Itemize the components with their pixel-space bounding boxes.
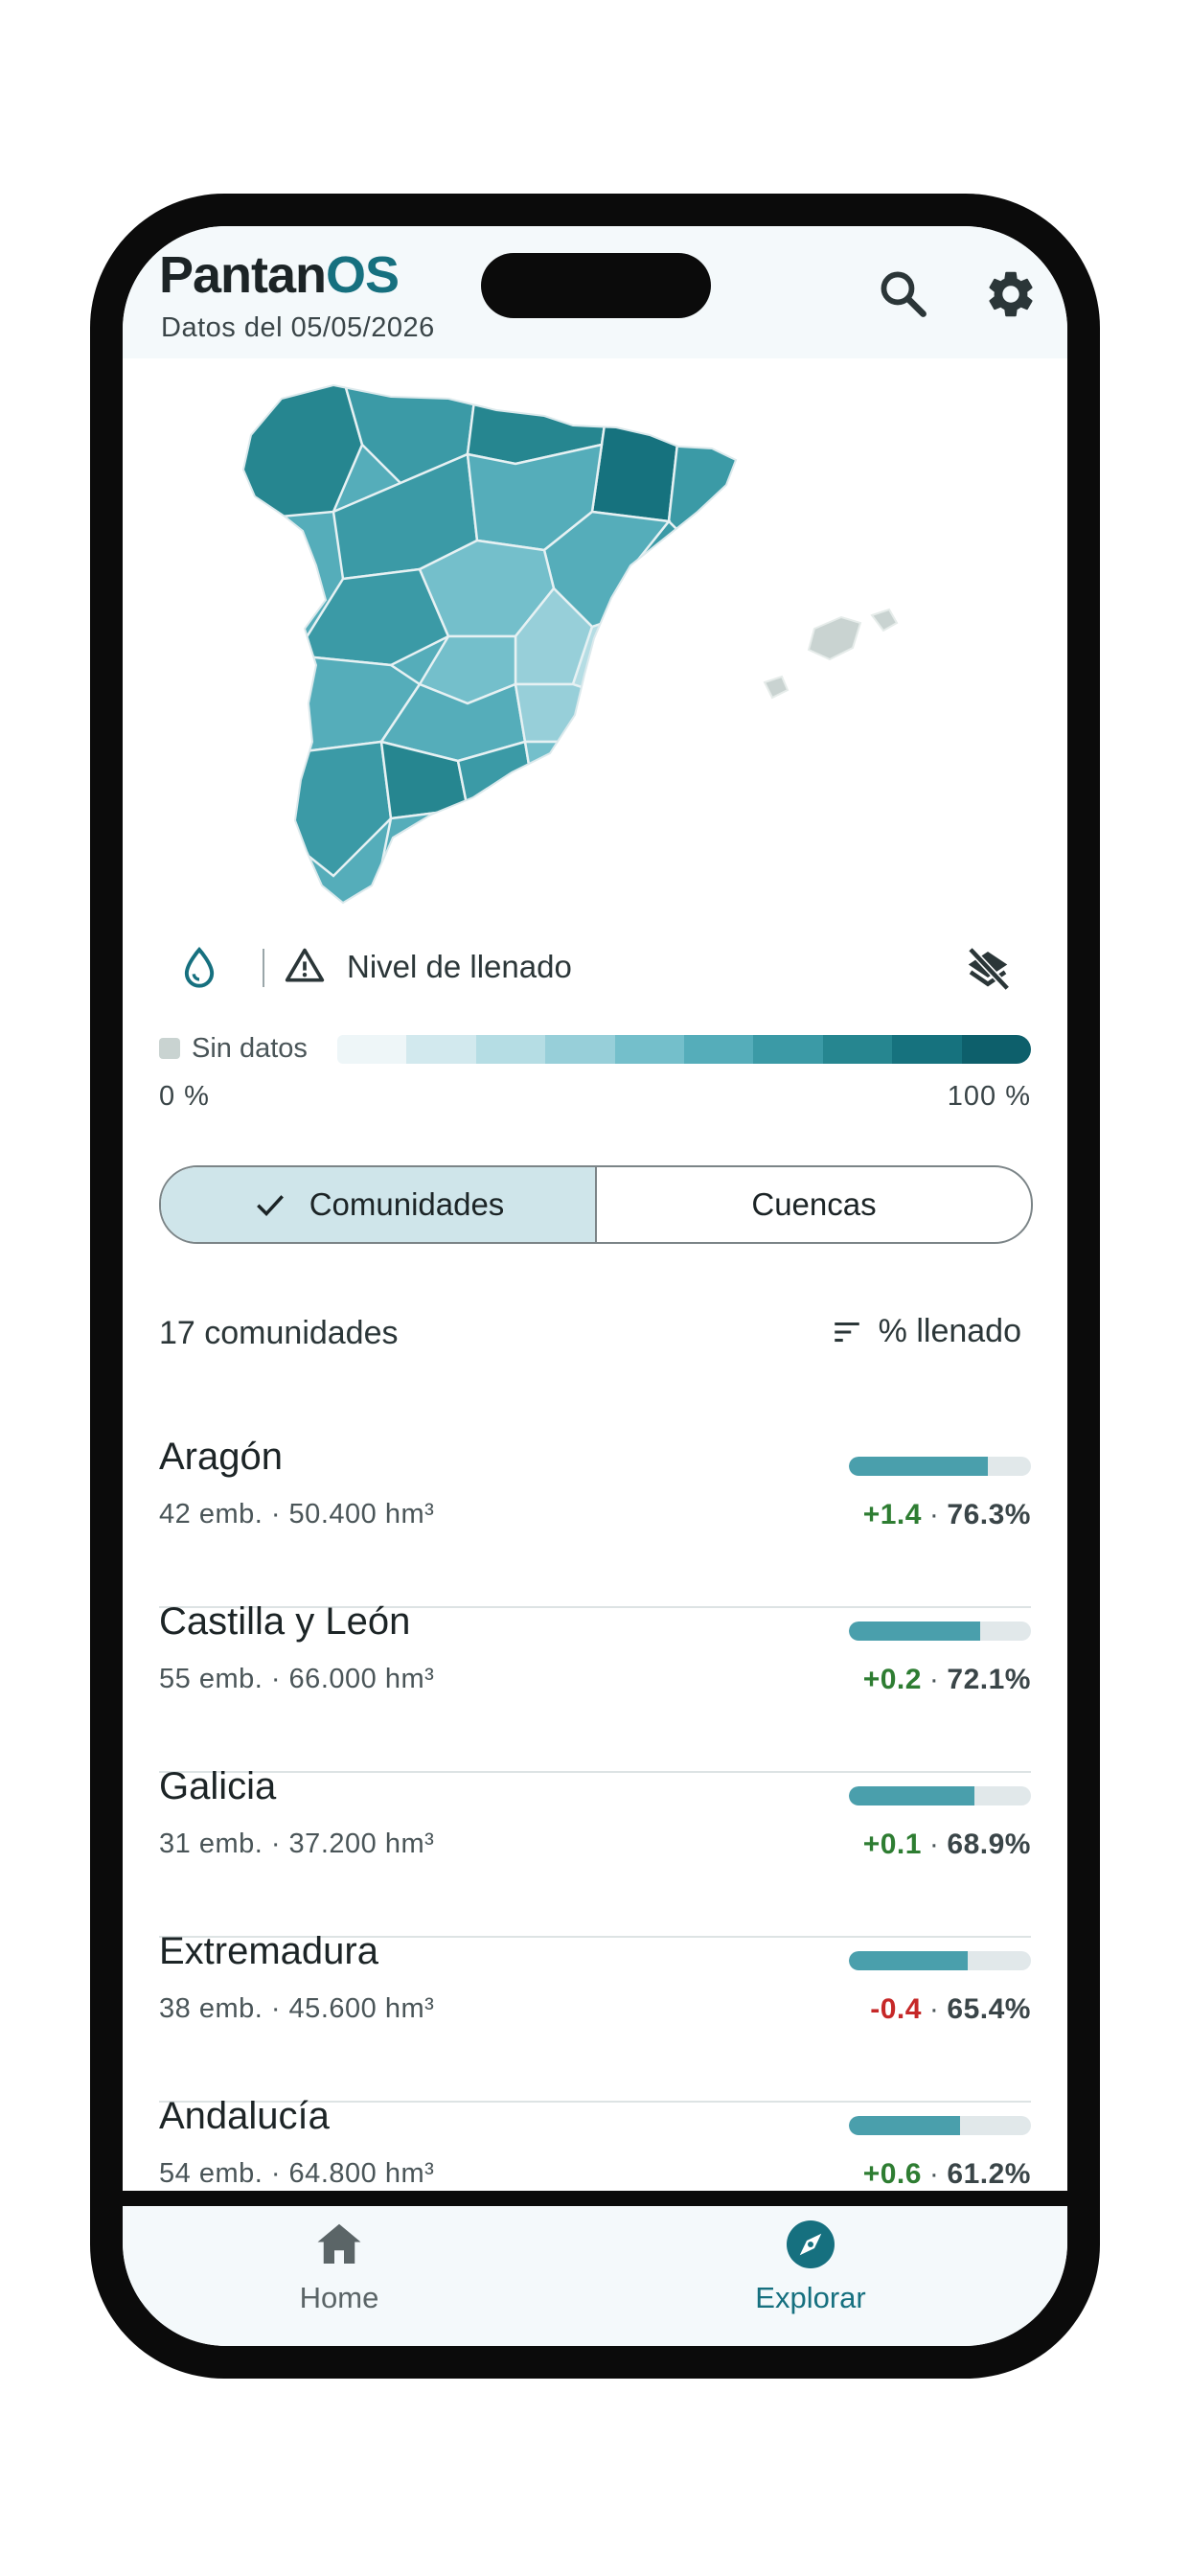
item-name: Extremadura bbox=[159, 1930, 378, 1972]
nav-explore-label: Explorar bbox=[755, 2281, 866, 2314]
data-date: Datos del 05/05/2026 bbox=[161, 312, 435, 343]
nav-divider bbox=[123, 2191, 1067, 2206]
scale-step-5 bbox=[684, 1035, 754, 1064]
fill-bar bbox=[849, 1786, 1031, 1806]
layers-off-icon[interactable] bbox=[962, 943, 1014, 995]
scale-step-1 bbox=[406, 1035, 476, 1064]
scale-min-label: 0 % bbox=[159, 1081, 210, 1112]
scale-step-4 bbox=[614, 1035, 685, 1064]
list-item[interactable]: Castilla y León 55 emb. · 66.000 hm³ +0.2 ·… bbox=[159, 1600, 1031, 1773]
item-separator: · bbox=[928, 1828, 940, 1860]
item-values: +0.6 · 61.2% bbox=[863, 2158, 1031, 2191]
fill-bar-value bbox=[849, 1457, 988, 1476]
nav-explore[interactable]: Explorar bbox=[667, 2216, 954, 2315]
item-percent: 68.9% bbox=[947, 1828, 1031, 1860]
color-scale: Sin datos bbox=[159, 1033, 1031, 1066]
item-delta: +0.6 bbox=[862, 2158, 922, 2190]
item-meta: 38 emb. · 45.600 hm³ bbox=[159, 1993, 435, 2024]
nav-home[interactable]: Home bbox=[195, 2216, 483, 2315]
search-icon[interactable] bbox=[876, 266, 931, 322]
item-meta: 31 emb. · 37.200 hm³ bbox=[159, 1828, 435, 1859]
list-item[interactable]: Extremadura 38 emb. · 45.600 hm³ -0.4 · 65.4… bbox=[159, 1930, 1031, 2103]
scale-max-label: 100 % bbox=[947, 1081, 1031, 1112]
list-item[interactable]: Aragón 42 emb. · 50.400 hm³ +1.4 · 76.3% bbox=[159, 1436, 1031, 1608]
compass-icon bbox=[787, 2220, 835, 2268]
brand-part-2: OS bbox=[326, 246, 400, 304]
sort-label: % llenado bbox=[878, 1313, 1021, 1349]
item-delta: -0.4 bbox=[870, 1993, 922, 2025]
region-list: Aragón 42 emb. · 50.400 hm³ +1.4 · 76.3% Cast… bbox=[159, 1436, 1031, 2267]
item-percent: 61.2% bbox=[947, 2158, 1031, 2190]
list-item[interactable]: Galicia 31 emb. · 37.200 hm³ +0.1 · 68.9% bbox=[159, 1765, 1031, 1938]
item-percent: 76.3% bbox=[947, 1499, 1031, 1530]
legend-title: Nivel de llenado bbox=[347, 949, 572, 984]
no-data-label: Sin datos bbox=[192, 1033, 308, 1064]
fill-bar bbox=[849, 1622, 1031, 1641]
fill-bar-value bbox=[849, 1786, 974, 1806]
legend-row: Nivel de llenado bbox=[159, 939, 1031, 997]
item-values: +1.4 · 76.3% bbox=[863, 1499, 1031, 1531]
color-scale-bar bbox=[337, 1035, 1031, 1064]
item-separator: · bbox=[928, 1664, 940, 1695]
segment-cuencas[interactable]: Cuencas bbox=[597, 1167, 1031, 1242]
app-screen: PantanOS Datos del 05/05/2026 Nivel de l… bbox=[123, 226, 1067, 2346]
fill-bar-value bbox=[849, 1622, 980, 1641]
fill-bar bbox=[849, 1951, 1031, 1970]
segment-cuencas-label: Cuencas bbox=[751, 1186, 877, 1222]
item-values: +0.1 · 68.9% bbox=[863, 1828, 1031, 1861]
item-name: Aragón bbox=[159, 1436, 283, 1478]
item-name: Andalucía bbox=[159, 2095, 330, 2137]
dynamic-island bbox=[481, 253, 711, 318]
item-separator: · bbox=[928, 2158, 940, 2190]
segment-comunidades-label: Comunidades bbox=[309, 1186, 505, 1222]
scale-step-3 bbox=[545, 1035, 615, 1064]
fill-bar bbox=[849, 1457, 1031, 1476]
no-data-swatch bbox=[159, 1038, 180, 1059]
item-meta: 55 emb. · 66.000 hm³ bbox=[159, 1664, 435, 1694]
scale-step-7 bbox=[822, 1035, 893, 1064]
bottom-navigation: Home Explorar bbox=[123, 2206, 1067, 2346]
item-delta: +0.1 bbox=[862, 1828, 922, 1860]
check-icon bbox=[256, 1195, 284, 1217]
nav-home-label: Home bbox=[299, 2281, 379, 2314]
scale-step-0 bbox=[337, 1035, 407, 1064]
legend-separator bbox=[263, 949, 264, 987]
scale-step-8 bbox=[892, 1035, 962, 1064]
item-percent: 72.1% bbox=[947, 1664, 1031, 1695]
item-meta: 54 emb. · 64.800 hm³ bbox=[159, 2158, 435, 2189]
item-name: Galicia bbox=[159, 1765, 277, 1807]
gear-icon[interactable] bbox=[983, 266, 1039, 322]
item-name: Castilla y León bbox=[159, 1600, 411, 1643]
item-meta: 42 emb. · 50.400 hm³ bbox=[159, 1499, 435, 1530]
item-separator: · bbox=[928, 1993, 940, 2025]
segment-comunidades[interactable]: Comunidades bbox=[161, 1167, 597, 1242]
sort-button[interactable]: % llenado bbox=[831, 1313, 1021, 1350]
item-values: +0.2 · 72.1% bbox=[863, 1664, 1031, 1696]
water-drop-icon[interactable] bbox=[180, 945, 218, 989]
item-percent: 65.4% bbox=[947, 1993, 1031, 2025]
sort-icon bbox=[834, 1322, 859, 1342]
item-separator: · bbox=[928, 1499, 940, 1530]
fill-bar-value bbox=[849, 2116, 961, 2135]
result-count: 17 comunidades bbox=[159, 1315, 399, 1351]
item-delta: +1.4 bbox=[862, 1499, 922, 1530]
app-header: PantanOS Datos del 05/05/2026 bbox=[123, 226, 1067, 358]
scale-step-2 bbox=[475, 1035, 546, 1064]
scale-step-6 bbox=[753, 1035, 823, 1064]
warning-icon[interactable] bbox=[284, 945, 326, 987]
app-brand: PantanOS bbox=[159, 245, 400, 305]
home-icon bbox=[317, 2223, 361, 2264]
segmented-control: Comunidades Cuencas bbox=[159, 1165, 1033, 1244]
fill-bar-value bbox=[849, 1951, 969, 1970]
brand-part-1: Pantan bbox=[159, 246, 327, 304]
item-values: -0.4 · 65.4% bbox=[870, 1993, 1031, 2026]
scale-step-9 bbox=[961, 1035, 1031, 1064]
fill-bar bbox=[849, 2116, 1031, 2135]
choropleth-map[interactable] bbox=[228, 378, 975, 953]
item-delta: +0.2 bbox=[862, 1664, 922, 1695]
